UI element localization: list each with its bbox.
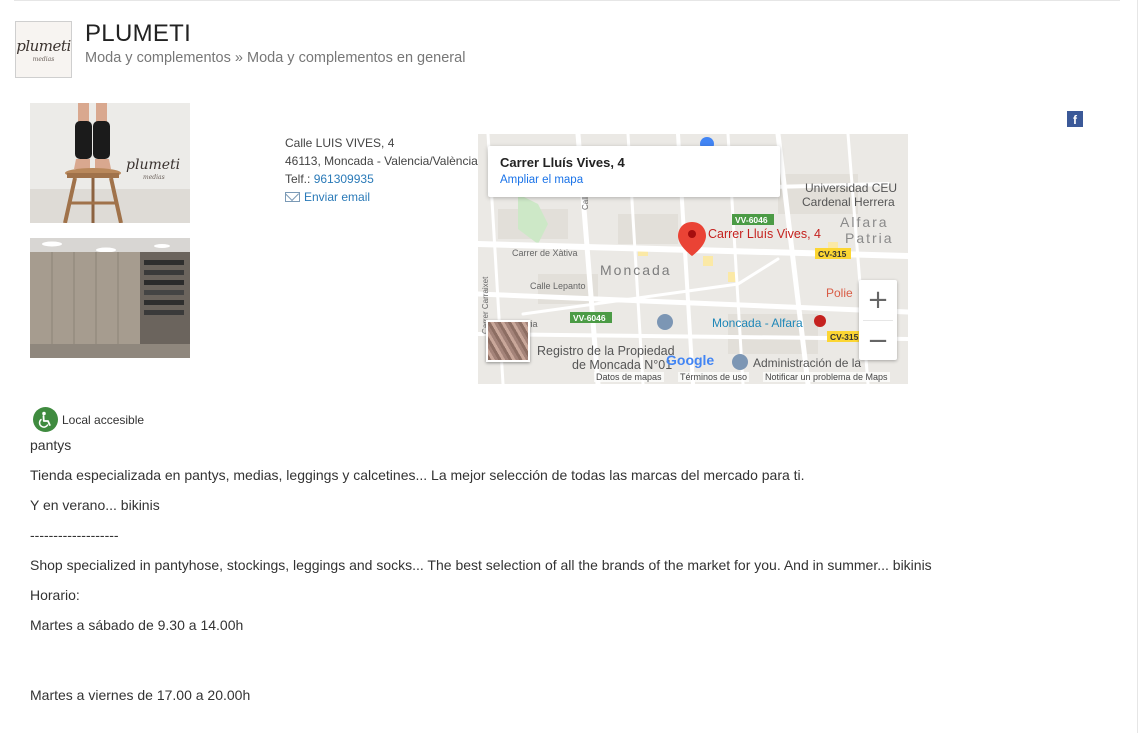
description-line: Shop specialized in pantyhose, stockings… [30,557,932,573]
phone-row: Telf.: 961309935 [285,172,374,186]
business-title: PLUMETI [85,20,192,47]
street-view-thumbnail[interactable] [486,320,530,362]
map-zoom-control: + − [859,280,897,360]
business-logo[interactable]: plumeti medias [15,21,72,78]
svg-text:Carrer Lluís Vives, 4: Carrer Lluís Vives, 4 [708,227,821,241]
svg-text:VV-6046: VV-6046 [573,313,606,323]
logo-subtext: medias [32,55,55,63]
zoom-out-button[interactable]: − [859,321,897,361]
svg-text:Administración de la: Administración de la [753,356,861,370]
map-data-link[interactable]: Datos de mapas [594,372,664,382]
svg-text:CV-315: CV-315 [830,332,859,342]
address-city: 46113, Moncada - Valencia/València [285,154,478,168]
description-line: Tienda especializada en pantys, medias, … [30,467,805,483]
map-enlarge-link[interactable]: Ampliar el mapa [500,174,768,186]
envelope-icon [285,191,300,202]
svg-text:VV-6046: VV-6046 [735,215,768,225]
svg-text:Cardenal Herrera: Cardenal Herrera [802,195,895,209]
svg-text:Patria: Patria [845,230,894,246]
map-report-link[interactable]: Notificar un problema de Maps [763,372,890,382]
description-line: Y en verano... bikinis [30,497,160,513]
store-interior-illustration [30,238,190,358]
google-map[interactable]: VV-6046 VV-6046 CV-315 CV-315 Universida… [478,134,908,384]
right-divider [1137,0,1138,733]
svg-text:Polie: Polie [826,286,853,300]
address-street: Calle LUIS VIVES, 4 [285,136,395,150]
top-divider [14,0,1120,1]
zoom-in-button[interactable]: + [859,280,897,320]
map-card-title: Carrer Lluís Vives, 4 [500,155,625,170]
svg-text:Registro de la Propiedad: Registro de la Propiedad [537,344,675,358]
svg-text:Universidad CEU: Universidad CEU [805,181,897,195]
map-terms-link[interactable]: Términos de uso [678,372,750,382]
phone-label: Telf.: [285,172,314,186]
hours-morning: Martes a sábado de 9.30 a 14.00h [30,617,244,633]
photo-logo-subtext: medias [143,174,165,181]
map-footer: Datos de mapas Términos de uso Notificar… [478,371,908,384]
description-tag: pantys [30,437,72,453]
hours-afternoon: Martes a viernes de 17.00 a 20.00h [30,687,251,703]
breadcrumb: Moda y complementos » Moda y complemento… [85,50,466,66]
svg-text:Moncada: Moncada [600,262,672,278]
map-info-card: Carrer Lluís Vives, 4 Ampliar el mapa [488,146,780,197]
svg-text:de Moncada N°01: de Moncada N°01 [572,358,672,372]
email-row[interactable]: Enviar email [285,190,370,204]
phone-link[interactable]: 961309935 [314,172,374,186]
svg-text:Carrer de Xàtiva: Carrer de Xàtiva [512,248,578,258]
email-link[interactable]: Enviar email [304,190,370,204]
wheelchair-icon [33,407,58,432]
svg-text:Moncada - Alfara: Moncada - Alfara [712,316,803,330]
accessibility-badge: Local accesible [33,407,144,432]
facebook-share-icon[interactable]: f [1067,111,1083,127]
svg-text:Alfara: Alfara [840,214,889,230]
svg-text:Calle Lepanto: Calle Lepanto [530,281,586,291]
svg-text:Google: Google [666,352,714,368]
svg-text:CV-315: CV-315 [818,249,847,259]
accessibility-label: Local accesible [62,412,145,427]
storefront-legs-photo[interactable]: plumeti medias [30,103,190,223]
description-separator: ------------------- [30,527,119,543]
photo-logo-text: plumeti [126,157,181,173]
logo-text: plumeti [16,36,71,55]
store-interior-photo[interactable] [30,238,190,358]
hours-heading: Horario: [30,587,80,603]
